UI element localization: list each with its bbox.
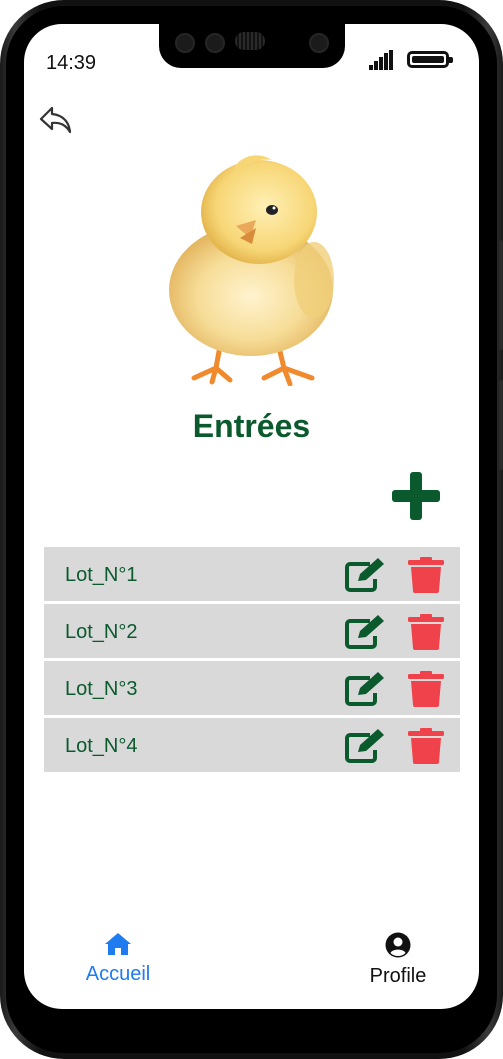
camera-notch bbox=[159, 24, 345, 68]
list-item[interactable]: Lot_N°2 bbox=[44, 604, 460, 658]
delete-lot-button[interactable] bbox=[406, 614, 446, 650]
front-camera-icon bbox=[309, 33, 329, 53]
speaker-grille bbox=[235, 32, 265, 50]
trash-icon bbox=[408, 671, 444, 707]
edit-pencil-icon bbox=[345, 558, 384, 592]
nav-profile-label: Profile bbox=[369, 965, 427, 987]
trash-icon bbox=[408, 728, 444, 764]
lot-label: Lot_N°1 bbox=[65, 564, 138, 586]
delete-lot-button[interactable] bbox=[406, 671, 446, 707]
phone-frame: 14:39 Entrées Lot_N°1 Lot_N°2 Lot_N°3 Lo… bbox=[0, 0, 503, 1059]
chick-image bbox=[169, 155, 334, 386]
delete-lot-button[interactable] bbox=[406, 557, 446, 593]
bottom-nav: Accueil Profile bbox=[24, 924, 479, 1009]
trash-icon bbox=[408, 557, 444, 593]
list-item[interactable]: Lot_N°4 bbox=[44, 718, 460, 772]
signal-icon bbox=[369, 50, 395, 70]
add-lot-button[interactable] bbox=[389, 472, 443, 520]
lot-label: Lot_N°2 bbox=[65, 621, 138, 643]
edit-lot-button[interactable] bbox=[344, 557, 386, 593]
home-icon bbox=[105, 933, 131, 955]
lot-label: Lot_N°3 bbox=[65, 678, 138, 700]
camera-icon bbox=[205, 33, 225, 53]
edit-pencil-icon bbox=[345, 615, 384, 649]
nav-home-label: Accueil bbox=[85, 963, 151, 985]
trash-icon bbox=[408, 614, 444, 650]
delete-lot-button[interactable] bbox=[406, 728, 446, 764]
power-button bbox=[499, 380, 503, 470]
nav-profile[interactable]: Profile bbox=[338, 924, 458, 988]
reply-arrow-icon bbox=[39, 106, 72, 134]
back-button[interactable] bbox=[38, 102, 74, 138]
lot-list: Lot_N°1 Lot_N°2 Lot_N°3 Lot_N°4 bbox=[44, 547, 460, 775]
list-item[interactable]: Lot_N°3 bbox=[44, 661, 460, 715]
edit-pencil-icon bbox=[345, 672, 384, 706]
edit-lot-button[interactable] bbox=[344, 728, 386, 764]
nav-home[interactable]: Accueil bbox=[58, 924, 178, 986]
battery-icon bbox=[407, 51, 453, 68]
edit-pencil-icon bbox=[345, 729, 384, 763]
app-screen: 14:39 Entrées Lot_N°1 Lot_N°2 Lot_N°3 Lo… bbox=[24, 24, 479, 1009]
list-item[interactable]: Lot_N°1 bbox=[44, 547, 460, 601]
edit-lot-button[interactable] bbox=[344, 671, 386, 707]
lot-label: Lot_N°4 bbox=[65, 735, 138, 757]
plus-icon bbox=[392, 472, 440, 520]
sensor-icon bbox=[175, 33, 195, 53]
status-time: 14:39 bbox=[46, 52, 97, 74]
page-title: Entrées bbox=[192, 408, 311, 444]
user-circle-icon bbox=[385, 932, 411, 958]
edit-lot-button[interactable] bbox=[344, 614, 386, 650]
volume-button bbox=[499, 240, 503, 350]
